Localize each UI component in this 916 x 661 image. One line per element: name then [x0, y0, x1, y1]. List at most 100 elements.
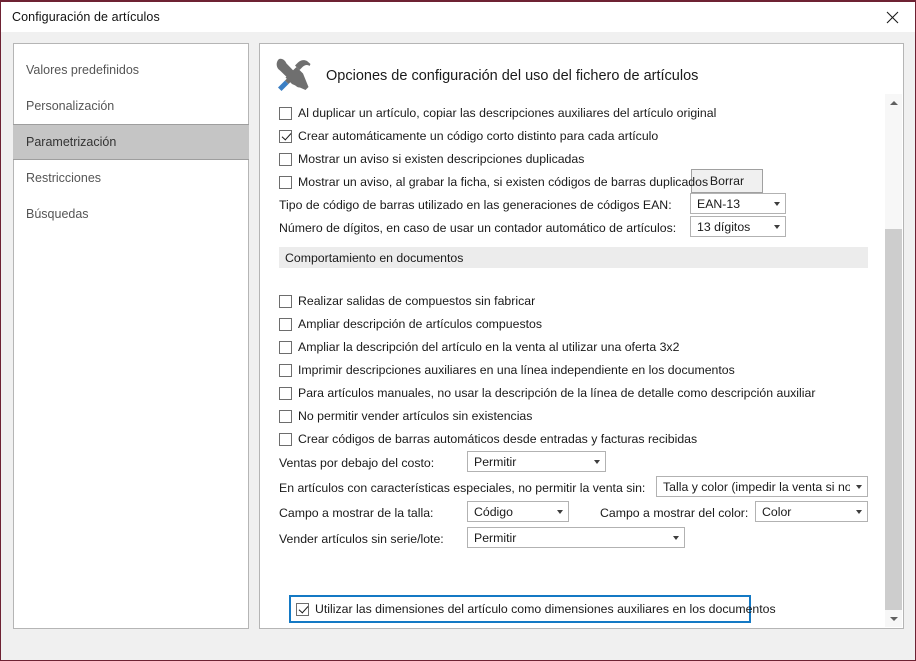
chevron-down-icon — [850, 502, 867, 521]
chevron-down-icon — [889, 616, 898, 621]
section-title: Comportamiento en documentos — [285, 250, 464, 265]
select-value: Permitir — [474, 454, 517, 469]
select-value: EAN-13 — [697, 196, 741, 211]
client-area: Valores predefinidos Personalización Par… — [1, 32, 915, 660]
checkbox-label: Mostrar un aviso, al grabar la ficha, si… — [298, 175, 709, 189]
checkbox-label: Imprimir descripciones auxiliares en una… — [298, 363, 735, 377]
chevron-down-icon — [768, 217, 785, 236]
sidebar: Valores predefinidos Personalización Par… — [13, 43, 249, 629]
scroll-up-button[interactable] — [885, 94, 902, 111]
checkbox-aviso-codigos-barras-duplicados[interactable] — [279, 175, 292, 189]
field-row-numero-digitos: Número de dígitos, en caso de usar un co… — [279, 217, 676, 239]
select-vender-sin-serie-lote[interactable]: Permitir — [467, 527, 685, 548]
section-header-comportamiento: Comportamiento en documentos — [279, 247, 868, 268]
checkbox-codigo-corto[interactable] — [279, 129, 292, 143]
checkbox-salidas-compuestos[interactable] — [279, 294, 292, 308]
checkbox-label: Utilizar las dimensiones del artículo co… — [315, 602, 776, 616]
scrollbar-thumb[interactable] — [885, 229, 902, 614]
sidebar-item-label: Restricciones — [26, 171, 102, 185]
checkbox-row-dimensiones-auxiliares[interactable]: Utilizar las dimensiones del artículo co… — [296, 599, 776, 619]
scroll-down-button[interactable] — [885, 610, 902, 627]
checkbox-row-articulos-manuales[interactable]: Para artículos manuales, no usar la desc… — [279, 382, 815, 404]
sidebar-item-personalizacion[interactable]: Personalización — [14, 88, 248, 124]
select-value: Color — [762, 504, 792, 519]
field-row-caracteristicas-especiales: En artículos con características especia… — [279, 477, 645, 499]
checkbox-row-crear-barras-automaticos[interactable]: Crear códigos de barras automáticos desd… — [279, 428, 697, 450]
chevron-down-icon — [667, 528, 684, 547]
checkbox-duplicar-articulo[interactable] — [279, 106, 292, 120]
chevron-down-icon — [588, 452, 605, 471]
sidebar-item-restricciones[interactable]: Restricciones — [14, 160, 248, 196]
checkbox-label: Crear automáticamente un código corto di… — [298, 129, 659, 143]
checkbox-row-ampliar-descripcion-compuestos[interactable]: Ampliar descripción de artículos compues… — [279, 313, 542, 335]
checkbox-row-salidas-compuestos[interactable]: Realizar salidas de compuestos sin fabri… — [279, 290, 535, 312]
checkbox-row-ampliar-descripcion-oferta[interactable]: Ampliar la descripción del artículo en l… — [279, 336, 679, 358]
checkbox-label: Al duplicar un artículo, copiar las desc… — [298, 106, 717, 120]
field-label: Campo a mostrar de la talla: — [279, 506, 434, 520]
dialog-window: Configuración de artículos Valores prede… — [0, 0, 916, 661]
borrar-button-label: Borrar — [709, 174, 745, 188]
checkbox-aviso-descripciones-duplicadas[interactable] — [279, 152, 292, 166]
checkbox-no-vender-sin-existencias[interactable] — [279, 409, 292, 423]
checkbox-crear-codigos-barras-automaticos[interactable] — [279, 432, 292, 446]
close-icon — [886, 11, 898, 23]
panel-title: Opciones de configuración del uso del fi… — [326, 68, 699, 84]
window-title: Configuración de artículos — [12, 10, 160, 24]
field-row-ventas-debajo-costo: Ventas por debajo del costo: — [279, 452, 434, 474]
sidebar-item-label: Parametrización — [26, 135, 117, 149]
checkbox-articulos-manuales[interactable] — [279, 386, 292, 400]
checkbox-label: Crear códigos de barras automáticos desd… — [298, 432, 698, 446]
sidebar-item-label: Valores predefinidos — [26, 63, 140, 77]
checkbox-row-duplicar[interactable]: Al duplicar un artículo, copiar las desc… — [279, 102, 716, 124]
sidebar-item-label: Personalización — [26, 99, 115, 113]
sidebar-item-busquedas[interactable]: Búsquedas — [14, 196, 248, 232]
select-ventas-debajo-costo[interactable]: Permitir — [467, 451, 606, 472]
select-campo-talla[interactable]: Código — [467, 501, 569, 522]
checkbox-row-imprimir-auxiliares[interactable]: Imprimir descripciones auxiliares en una… — [279, 359, 735, 381]
checkbox-ampliar-descripcion-compuestos[interactable] — [279, 317, 292, 331]
field-label: Vender artículos sin serie/lote: — [279, 532, 444, 546]
checkbox-label: Mostrar un aviso si existen descripcione… — [298, 152, 585, 166]
chevron-up-icon — [889, 100, 898, 105]
checkbox-row-codigo-corto[interactable]: Crear automáticamente un código corto di… — [279, 125, 658, 147]
select-value: Talla y color (impedir la venta si no s — [663, 479, 850, 494]
chevron-down-icon — [768, 194, 785, 213]
sidebar-item-label: Búsquedas — [26, 207, 89, 221]
checkbox-label: Ampliar la descripción del artículo en l… — [298, 340, 680, 354]
sidebar-item-valores-predefinidos[interactable]: Valores predefinidos — [14, 52, 248, 88]
field-label: Campo a mostrar del color: — [600, 506, 749, 520]
select-tipo-codigo-barras[interactable]: EAN-13 — [690, 193, 786, 214]
checkbox-label: Ampliar descripción de artículos compues… — [298, 317, 542, 331]
main-panel: Opciones de configuración del uso del fi… — [259, 43, 904, 629]
checkbox-label: No permitir vender artículos sin existen… — [298, 409, 533, 423]
title-bar: Configuración de artículos — [1, 2, 915, 32]
select-value: 13 dígitos — [697, 219, 751, 234]
field-label: Número de dígitos, en caso de usar un co… — [279, 221, 677, 235]
sidebar-item-parametrizacion[interactable]: Parametrización — [13, 124, 249, 160]
checkbox-dimensiones-auxiliares[interactable] — [296, 602, 309, 616]
field-label: En artículos con características especia… — [279, 481, 646, 495]
select-numero-digitos[interactable]: 13 dígitos — [690, 216, 786, 237]
chevron-down-icon — [551, 502, 568, 521]
checkbox-label: Realizar salidas de compuestos sin fabri… — [298, 294, 536, 308]
select-value: Código — [474, 504, 513, 519]
tools-icon — [276, 58, 311, 91]
checkbox-ampliar-descripcion-oferta3x2[interactable] — [279, 340, 292, 354]
select-campo-color[interactable]: Color — [755, 501, 868, 522]
checkbox-imprimir-descripciones-auxiliares[interactable] — [279, 363, 292, 377]
chevron-down-icon — [850, 477, 867, 496]
field-row-campo-color: Campo a mostrar del color: — [600, 502, 748, 524]
field-row-tipo-codigo-barras: Tipo de código de barras utilizado en la… — [279, 194, 672, 216]
field-label: Tipo de código de barras utilizado en la… — [279, 198, 672, 212]
checkbox-label: Para artículos manuales, no usar la desc… — [298, 386, 816, 400]
checkbox-row-aviso-descripciones[interactable]: Mostrar un aviso si existen descripcione… — [279, 148, 584, 170]
panel-header: Opciones de configuración del uso del fi… — [274, 56, 698, 96]
options-content: Al duplicar un artículo, copiar las desc… — [260, 102, 903, 628]
select-caracteristicas-especiales[interactable]: Talla y color (impedir la venta si no s — [656, 476, 868, 497]
checkbox-row-no-vender-sin-existencias[interactable]: No permitir vender artículos sin existen… — [279, 405, 532, 427]
field-label: Ventas por debajo del costo: — [279, 456, 435, 470]
vertical-scrollbar[interactable] — [885, 94, 902, 627]
close-button[interactable] — [869, 2, 915, 32]
checkbox-row-aviso-barras[interactable]: Mostrar un aviso, al grabar la ficha, si… — [279, 171, 708, 193]
field-row-vender-sin-serie: Vender artículos sin serie/lote: — [279, 528, 444, 550]
